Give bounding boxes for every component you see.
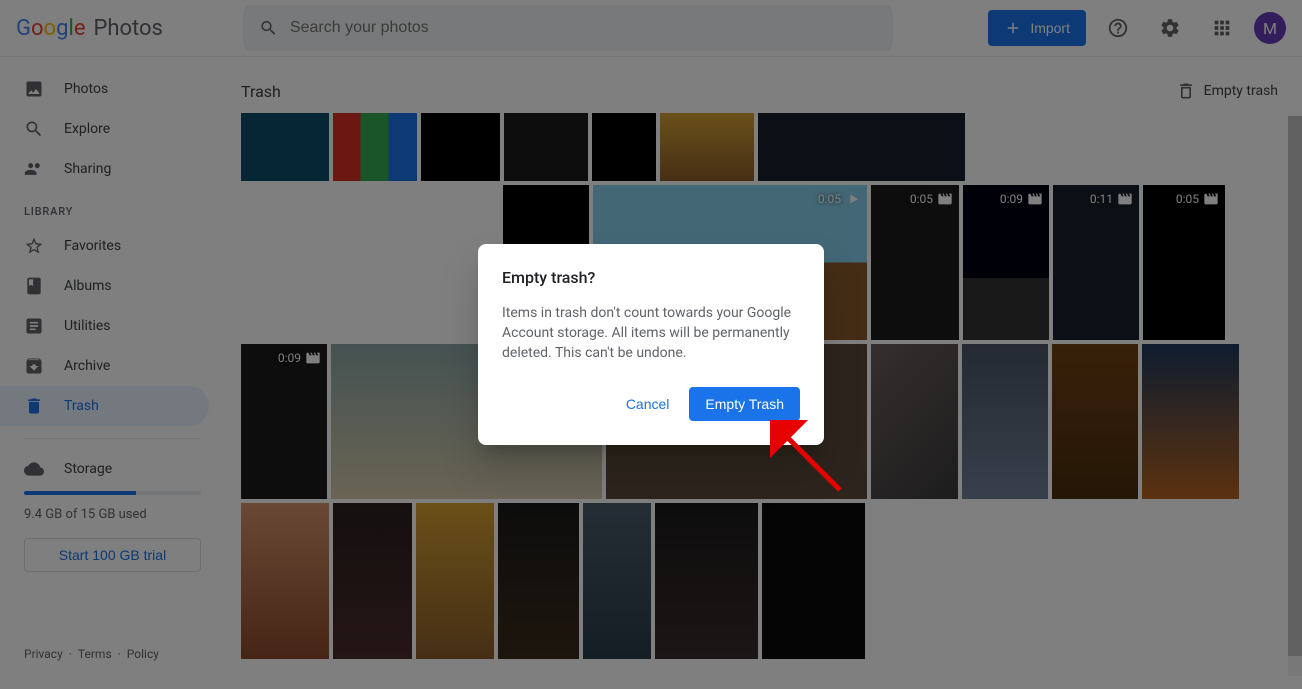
confirm-empty-trash-button[interactable]: Empty Trash <box>689 387 800 421</box>
modal-overlay[interactable]: Empty trash? Items in trash don't count … <box>0 0 1302 689</box>
dialog-body: Items in trash don't count towards your … <box>502 303 800 363</box>
cancel-button[interactable]: Cancel <box>614 387 682 421</box>
empty-trash-dialog: Empty trash? Items in trash don't count … <box>478 244 824 445</box>
dialog-actions: Cancel Empty Trash <box>502 387 800 421</box>
dialog-title: Empty trash? <box>502 268 800 287</box>
